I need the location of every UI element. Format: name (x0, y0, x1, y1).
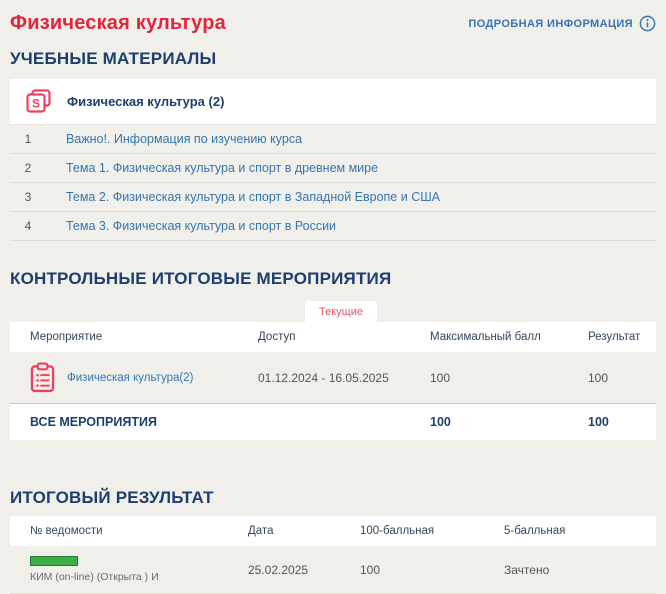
column-header: Результат (588, 331, 641, 343)
info-icon[interactable] (639, 15, 656, 32)
detailed-info-link[interactable]: ПОДРОБНАЯ ИНФОРМАЦИЯ (468, 15, 656, 32)
detailed-info-label: ПОДРОБНАЯ ИНФОРМАЦИЯ (468, 17, 633, 30)
materials-list: 1 Важно!. Информация по изучению курса 2… (10, 124, 656, 241)
column-header: Дата (248, 525, 274, 537)
materials-heading: УЧЕБНЫЕ МАТЕРИАЛЫ (10, 49, 217, 68)
final-result-heading: ИТОГОВЫЙ РЕЗУЛЬТАТ (10, 488, 214, 507)
total-max-score: 100 (430, 415, 451, 429)
page-header: Физическая культура ПОДРОБНАЯ ИНФОРМАЦИЯ (10, 0, 656, 39)
event-result: 100 (588, 370, 609, 385)
event-link[interactable]: Физическая культура(2) (67, 372, 193, 384)
column-header: Мероприятие (30, 331, 103, 343)
table-row: КИМ (on-line) (Открыта ) И 25.02.2025 10… (10, 546, 656, 594)
item-number: 1 (24, 132, 32, 146)
progress-bar (30, 556, 78, 566)
course-page: Физическая культура ПОДРОБНАЯ ИНФОРМАЦИЯ… (0, 0, 666, 594)
course-materials-title[interactable]: Физическая культура (2) (67, 94, 224, 109)
material-link[interactable]: Важно!. Информация по изучению курса (66, 132, 302, 146)
table-row: Физическая культура(2) 01.12.2024 - 16.0… (10, 352, 656, 403)
item-number: 4 (24, 219, 32, 233)
course-materials-header[interactable]: S Физическая культура (2) (10, 79, 656, 124)
material-link[interactable]: Тема 3. Физическая культура и спорт в Ро… (66, 219, 336, 233)
event-max-score: 100 (430, 370, 451, 385)
column-header: Максимальный балл (430, 331, 541, 343)
clipboard-icon (30, 362, 55, 393)
page-title: Физическая культура (10, 12, 226, 34)
list-item: 3 Тема 2. Физическая культура и спорт в … (10, 183, 656, 212)
control-events-table: Мероприятие Доступ Максимальный балл Рез… (10, 322, 656, 440)
column-header: Доступ (258, 331, 296, 343)
list-item: 1 Важно!. Информация по изучению курса (10, 124, 656, 154)
control-events-heading: КОНТРОЛЬНЫЕ ИТОГОВЫЕ МЕРОПРИЯТИЯ (10, 269, 392, 288)
event-access-dates: 01.12.2024 - 16.05.2025 (258, 370, 389, 385)
material-link[interactable]: Тема 2. Физическая культура и спорт в За… (66, 190, 440, 204)
table-header-row: № ведомости Дата 100-балльная 5-балльная (10, 516, 656, 546)
list-item: 2 Тема 1. Физическая культура и спорт в … (10, 154, 656, 183)
statement-name: КИМ (on-line) (Открыта ) И (30, 571, 159, 583)
total-result: 100 (588, 415, 609, 429)
all-events-label: ВСЕ МЕРОПРИЯТИЯ (30, 415, 157, 429)
column-header: № ведомости (30, 525, 103, 537)
column-header: 100-балльная (360, 525, 435, 537)
svg-text:S: S (32, 97, 40, 111)
list-item: 4 Тема 3. Физическая культура и спорт в … (10, 212, 656, 241)
tab-current[interactable]: Текущие (305, 301, 377, 322)
stacked-pages-s-icon: S (26, 89, 53, 114)
table-header-row: Мероприятие Доступ Максимальный балл Рез… (10, 322, 656, 352)
table-footer-row: ВСЕ МЕРОПРИЯТИЯ 100 100 (10, 403, 656, 440)
material-link[interactable]: Тема 1. Физическая культура и спорт в др… (66, 161, 378, 175)
final-result-table: № ведомости Дата 100-балльная 5-балльная… (10, 516, 656, 594)
item-number: 2 (24, 161, 32, 175)
column-header: 5-балльная (504, 525, 566, 537)
item-number: 3 (24, 190, 32, 204)
